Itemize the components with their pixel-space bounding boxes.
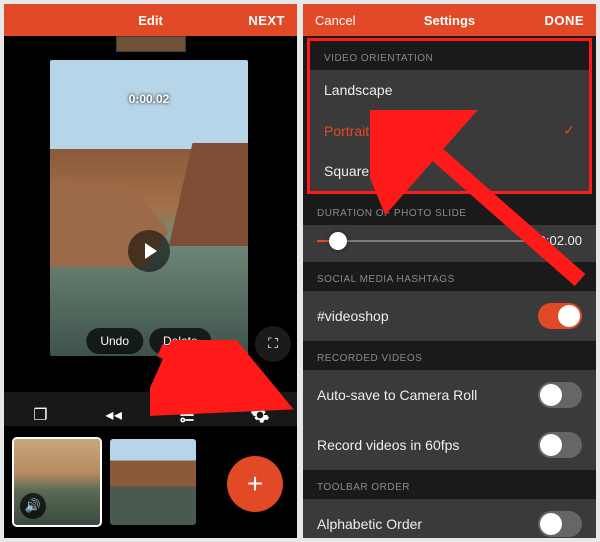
settings-header: Cancel Settings DONE xyxy=(303,4,596,36)
cancel-button[interactable]: Cancel xyxy=(315,13,355,28)
section-header-toolbar-order: TOOLBAR ORDER xyxy=(303,470,596,499)
autosave-toggle[interactable] xyxy=(538,382,582,408)
row-label: Square xyxy=(324,163,369,179)
clip-tray: 🔊 + xyxy=(4,426,297,538)
timeline-strip[interactable] xyxy=(116,36,186,52)
toggle-knob xyxy=(540,434,562,456)
row-label: #videoshop xyxy=(317,308,389,324)
section-header-orientation: VIDEO ORIENTATION xyxy=(310,41,589,70)
alphabetic-row[interactable]: Alphabetic Order xyxy=(303,499,596,538)
duration-value: 0:02.00 xyxy=(539,233,582,248)
clip-thumbnail[interactable]: 🔊 xyxy=(14,439,100,525)
plus-icon: + xyxy=(247,468,263,500)
edit-body: 0:00.02 Undo Delete ❐ COPY ◂◂ REVERSE xyxy=(4,36,297,538)
sixtyfps-toggle[interactable] xyxy=(538,432,582,458)
toggle-knob xyxy=(540,513,562,535)
edit-header: Edit NEXT xyxy=(4,4,297,36)
row-label: Auto-save to Camera Roll xyxy=(317,387,477,403)
hashtag-toggle[interactable] xyxy=(538,303,582,329)
duration-slider[interactable] xyxy=(317,240,529,242)
orientation-landscape[interactable]: Landscape xyxy=(310,70,589,110)
alphabetic-toggle[interactable] xyxy=(538,511,582,537)
next-button[interactable]: NEXT xyxy=(248,13,285,28)
highlight-box: VIDEO ORIENTATION Landscape Portrait ✓ S… xyxy=(307,38,592,194)
row-label: Portrait xyxy=(324,123,369,139)
preview-timestamp: 0:00.02 xyxy=(129,92,170,106)
display-icon xyxy=(177,405,197,425)
section-header-duration: DURATION OF PHOTO SLIDE xyxy=(303,196,596,225)
orientation-portrait[interactable]: Portrait ✓ xyxy=(310,110,589,151)
sixtyfps-row[interactable]: Record videos in 60fps xyxy=(303,420,596,470)
clip-thumbnail[interactable] xyxy=(110,439,196,525)
section-header-recorded: RECORDED VIDEOS xyxy=(303,341,596,370)
fullscreen-button[interactable] xyxy=(255,326,291,362)
preview-actions: Undo Delete xyxy=(86,328,211,354)
reverse-icon: ◂◂ xyxy=(104,405,124,425)
add-clip-button[interactable]: + xyxy=(227,456,283,512)
fullscreen-icon xyxy=(268,335,278,353)
row-label: Landscape xyxy=(324,82,393,98)
delete-button[interactable]: Delete xyxy=(149,328,212,354)
done-button[interactable]: DONE xyxy=(544,13,584,28)
video-preview[interactable]: 0:00.02 Undo Delete xyxy=(50,60,248,356)
undo-button[interactable]: Undo xyxy=(86,328,143,354)
row-label: Alphabetic Order xyxy=(317,516,422,532)
row-label: Record videos in 60fps xyxy=(317,437,459,453)
orientation-square[interactable]: Square xyxy=(310,151,589,191)
toggle-knob xyxy=(558,305,580,327)
settings-body: VIDEO ORIENTATION Landscape Portrait ✓ S… xyxy=(303,36,596,538)
hashtag-row[interactable]: #videoshop xyxy=(303,291,596,341)
audio-icon[interactable]: 🔊 xyxy=(20,493,46,519)
checkmark-icon: ✓ xyxy=(563,122,575,139)
duration-slider-row: 0:02.00 xyxy=(303,225,596,262)
play-button[interactable] xyxy=(128,230,170,272)
toggle-knob xyxy=(540,384,562,406)
edit-screen: Edit NEXT 0:00.02 Undo Delete ❐ xyxy=(4,4,297,538)
gear-icon xyxy=(250,405,270,425)
section-header-hashtags: SOCIAL MEDIA HASHTAGS xyxy=(303,262,596,291)
settings-screen: Cancel Settings DONE VIDEO ORIENTATION L… xyxy=(303,4,596,538)
preview-image xyxy=(169,143,248,247)
orientation-group: Landscape Portrait ✓ Square xyxy=(310,70,589,191)
copy-icon: ❐ xyxy=(31,405,51,425)
autosave-row[interactable]: Auto-save to Camera Roll xyxy=(303,370,596,420)
play-icon xyxy=(145,243,157,259)
slider-thumb[interactable] xyxy=(329,232,347,250)
